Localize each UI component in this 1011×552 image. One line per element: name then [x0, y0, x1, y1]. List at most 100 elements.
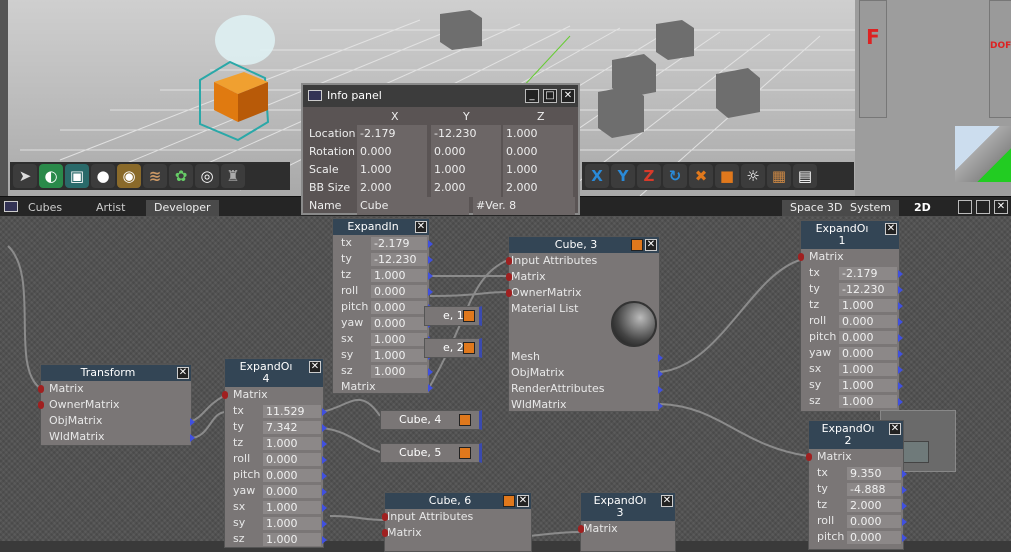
param-row[interactable]: sz 1.000: [801, 393, 903, 409]
output-pin[interactable]: [658, 402, 663, 410]
param-value-field[interactable]: 1.000: [839, 395, 897, 408]
port-row[interactable]: Matrix: [38, 381, 191, 397]
port-row[interactable]: WldMatrix: [509, 397, 663, 413]
param-value-field[interactable]: 2.000: [847, 499, 901, 512]
input-pin[interactable]: [506, 273, 512, 281]
param-value-field[interactable]: 0.000: [263, 469, 321, 482]
param-row[interactable]: ty -4.888: [809, 481, 907, 497]
z-value-field[interactable]: 0.000: [503, 143, 573, 161]
param-value-field[interactable]: 1.000: [839, 299, 897, 312]
output-pin[interactable]: [322, 520, 327, 528]
close-node-button[interactable]: ✕: [885, 223, 897, 235]
param-value-field[interactable]: -12.230: [371, 253, 427, 266]
close-icon[interactable]: ✕: [561, 89, 575, 103]
param-value-field[interactable]: 7.342: [263, 421, 321, 434]
param-row[interactable]: tz 2.000: [809, 497, 907, 513]
cube-3-node[interactable]: Cube, 3 ✕ Input Attributes Matrix OwnerMa…: [506, 236, 663, 413]
output-pin[interactable]: [428, 272, 433, 280]
y-value-field[interactable]: 0.000: [431, 143, 501, 161]
port-row[interactable]: Matrix: [578, 521, 675, 537]
output-pin[interactable]: [898, 286, 903, 294]
axis-z-icon[interactable]: Z: [637, 164, 661, 188]
param-row[interactable]: tx 11.529: [225, 403, 327, 419]
param-value-field[interactable]: -4.888: [847, 483, 901, 496]
param-value-field[interactable]: 9.350: [847, 467, 901, 480]
input-pin[interactable]: [806, 453, 812, 461]
param-value-field[interactable]: 11.529: [263, 405, 321, 418]
orange-toggle[interactable]: [503, 495, 515, 507]
input-pin[interactable]: [506, 289, 512, 297]
param-value-field[interactable]: 0.000: [847, 531, 901, 544]
output-pin[interactable]: [898, 398, 903, 406]
input-pin[interactable]: [798, 253, 804, 261]
system-button[interactable]: System: [842, 200, 900, 216]
output-pin[interactable]: [428, 368, 433, 376]
param-row[interactable]: roll 0.000: [333, 283, 433, 299]
param-row[interactable]: tx 9.350: [809, 465, 907, 481]
cube-icon[interactable]: ▣: [65, 164, 89, 188]
z-value-field[interactable]: 2.000: [503, 179, 573, 197]
cube-4-node[interactable]: Cube, 4: [380, 410, 482, 430]
output-pin[interactable]: [190, 434, 195, 442]
light-icon[interactable]: ☼: [741, 164, 765, 188]
minimize-button[interactable]: _: [525, 89, 539, 103]
tab-developer[interactable]: Developer: [146, 200, 219, 216]
node-graph[interactable]: Transform ✕ Matrix OwnerMatrix ObjMatrix …: [0, 216, 1011, 552]
box-icon[interactable]: ■: [715, 164, 739, 188]
cube-2-node[interactable]: e, 2: [424, 338, 482, 358]
port-row[interactable]: OwnerMatrix: [38, 397, 191, 413]
close-node-button[interactable]: ✕: [309, 361, 321, 373]
param-value-field[interactable]: -2.179: [371, 237, 427, 250]
rotate-sphere-icon[interactable]: ◐: [39, 164, 63, 188]
port-row[interactable]: ObjMatrix: [509, 365, 663, 381]
expand-out-2-node[interactable]: ExpandOı 2 ✕ Matrix tx 9.350 ty -4.888 tz 2.000…: [806, 420, 907, 550]
output-pin[interactable]: [898, 318, 903, 326]
input-pin[interactable]: [382, 513, 388, 521]
expand-out-3-node[interactable]: ExpandOı 3 ✕ Matrix: [578, 492, 676, 552]
view-cube-icon[interactable]: [955, 126, 1011, 182]
orange-toggle[interactable]: [631, 239, 643, 251]
space3d-button[interactable]: Space 3D: [782, 200, 851, 216]
cube-5-node[interactable]: Cube, 5: [380, 443, 482, 463]
param-value-field[interactable]: 0.000: [371, 301, 427, 314]
x-value-field[interactable]: -2.179: [357, 125, 427, 143]
param-row[interactable]: sy 1.000: [333, 347, 433, 363]
param-value-field[interactable]: 0.000: [263, 485, 321, 498]
port-row[interactable]: Matrix: [333, 379, 433, 395]
param-value-field[interactable]: 1.000: [839, 363, 897, 376]
output-pin[interactable]: [322, 424, 327, 432]
y-value-field[interactable]: -12.230: [431, 125, 501, 143]
screen-icon[interactable]: ▤: [793, 164, 817, 188]
output-pin[interactable]: [322, 408, 327, 416]
close-node-button[interactable]: ✕: [889, 423, 901, 435]
param-value-field[interactable]: 0.000: [263, 453, 321, 466]
y-value-field[interactable]: 1.000: [431, 161, 501, 179]
close-node-button[interactable]: ✕: [645, 239, 657, 251]
param-value-field[interactable]: 0.000: [371, 317, 427, 330]
maximize-button[interactable]: [976, 200, 990, 214]
param-row[interactable]: sz 1.000: [225, 531, 327, 547]
input-pin[interactable]: [382, 529, 388, 537]
output-pin[interactable]: [658, 386, 663, 394]
port-row[interactable]: ObjMatrix: [41, 413, 195, 429]
output-pin[interactable]: [898, 302, 903, 310]
param-row[interactable]: pitch 0.000: [809, 529, 907, 545]
param-row[interactable]: roll 0.000: [809, 513, 907, 529]
output-pin[interactable]: [322, 536, 327, 544]
close-node-button[interactable]: ✕: [177, 367, 189, 379]
param-value-field[interactable]: 1.000: [371, 349, 427, 362]
output-pin[interactable]: [322, 472, 327, 480]
arrow-select-icon[interactable]: ➤: [13, 164, 37, 188]
tab-artist[interactable]: Artist: [88, 200, 133, 216]
param-row[interactable]: yaw 0.000: [225, 483, 327, 499]
port-row[interactable]: Input Attributes: [382, 509, 531, 525]
mode-2d-button[interactable]: 2D: [906, 200, 939, 216]
expand-out-4-node[interactable]: ExpandOı 4 ✕ Matrix tx 11.529 ty 7.342 tz 1.000…: [222, 358, 327, 548]
terrain-icon[interactable]: ▦: [767, 164, 791, 188]
param-row[interactable]: roll 0.000: [225, 451, 327, 467]
tire-icon[interactable]: ◎: [195, 164, 219, 188]
close-node-button[interactable]: ✕: [517, 495, 529, 507]
param-row[interactable]: tz 1.000: [333, 267, 433, 283]
param-row[interactable]: tz 1.000: [225, 435, 327, 451]
info-panel[interactable]: Info panel _ □ ✕ X Y Z Location -2.179 -12…: [301, 83, 580, 215]
